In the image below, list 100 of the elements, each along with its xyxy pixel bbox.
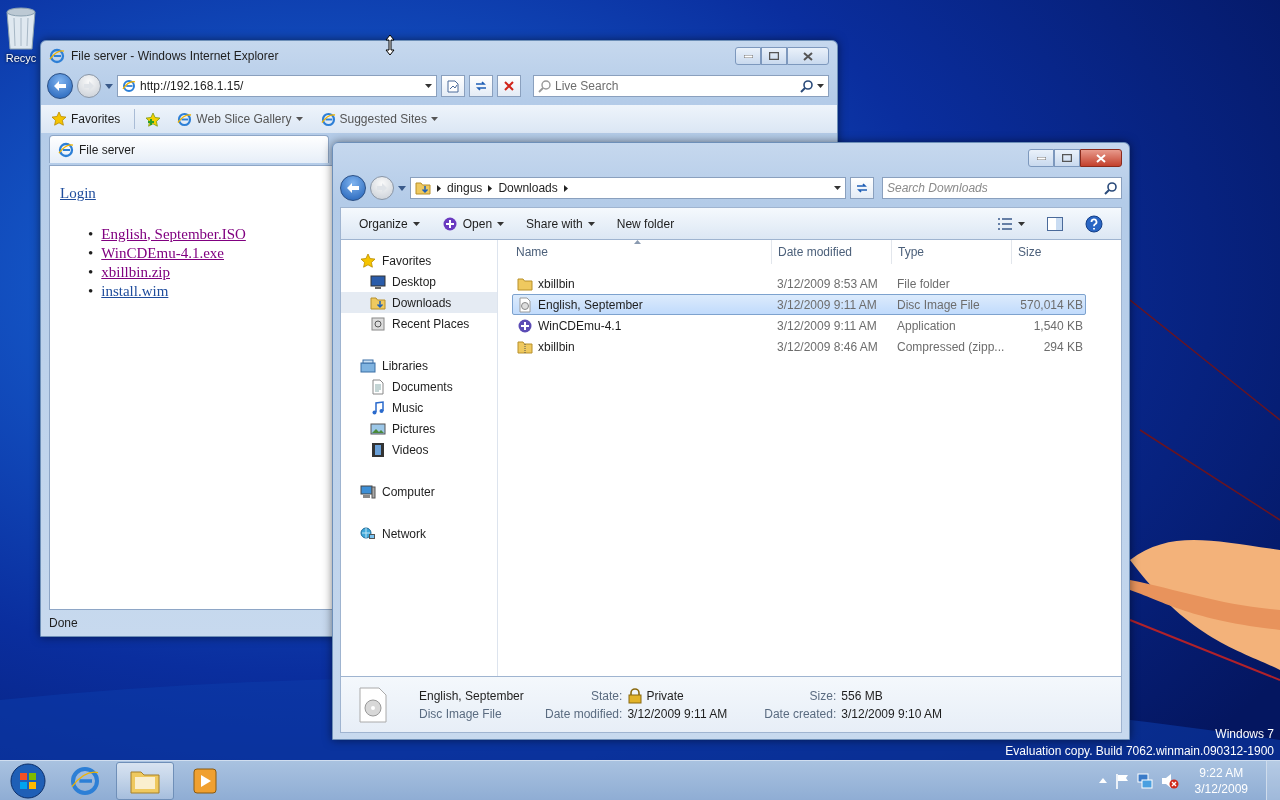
watermark-text: Evaluation copy. Build 7062.winmain.090312-1900 (1005, 743, 1274, 760)
nav-item[interactable]: Recent Places (341, 313, 497, 334)
file-row[interactable]: WinCDEmu-4.1 3/12/2009 9:11 AM Application 1,540 KB (512, 315, 1086, 336)
window-title: File server - Windows Internet Explorer (71, 48, 279, 65)
refresh-icon (855, 182, 869, 194)
refresh-button[interactable] (850, 177, 874, 199)
column-header[interactable]: Size (1011, 240, 1087, 264)
file-type: Disc Image File (419, 705, 503, 723)
nav-item[interactable]: Downloads (341, 292, 497, 313)
breadcrumb-bar[interactable]: dingus Downloads (410, 177, 846, 199)
watermark-text: Windows 7 (1215, 726, 1274, 743)
file-row[interactable]: English, September 3/12/2009 9:11 AM Disc Image File 570,014 KB (512, 294, 1086, 315)
nav-item[interactable]: Music (341, 397, 497, 418)
breadcrumb-item[interactable]: Downloads (498, 179, 558, 197)
zip-folder-icon (517, 338, 533, 355)
back-button[interactable] (340, 175, 366, 201)
toolbar-button[interactable]: Organize (351, 212, 428, 235)
desktop-icon-label[interactable]: Recyc (5, 50, 37, 67)
flag-icon (1114, 772, 1129, 789)
disc-image-file-icon (359, 686, 387, 723)
search-field[interactable]: Live Search (533, 75, 829, 97)
search-field[interactable]: Search Downloads (882, 177, 1122, 199)
taskbar-button[interactable] (116, 761, 174, 800)
ie-logo-icon (177, 111, 193, 127)
file-name: xbillbin (538, 338, 575, 356)
toolbar-button[interactable]: New folder (608, 212, 683, 235)
stop-icon (504, 81, 514, 91)
property-value: 3/12/2009 9:11 AM (627, 705, 728, 723)
ie-logo-icon (71, 766, 99, 795)
file-row[interactable]: xbillbin 3/12/2009 8:53 AM File folder (512, 273, 1086, 294)
app-icon (517, 317, 533, 334)
type-cell-text: Disc Image File (896, 296, 981, 314)
film-icon (370, 441, 386, 458)
restore-icon (1062, 154, 1072, 162)
recycle-bin-icon (4, 6, 38, 50)
nav-item[interactable]: Favorites (341, 250, 497, 271)
property-label: Date modified: (545, 705, 623, 723)
refresh-icon (474, 80, 488, 92)
ie-logo-icon (49, 48, 65, 64)
start-button[interactable] (8, 760, 48, 800)
close-icon (1096, 153, 1106, 163)
compatibility-button[interactable] (441, 75, 465, 97)
file-name: English, September (538, 296, 643, 314)
toolbar-button[interactable]: Open (433, 212, 513, 235)
size-cell-text: 570,014 KB (1019, 296, 1083, 314)
favorites-button[interactable]: Favorites (47, 108, 125, 130)
resize-cursor-icon (384, 34, 396, 56)
nav-item[interactable]: Videos (341, 439, 497, 460)
property-label: Size: (808, 687, 837, 705)
search-input[interactable]: Search Downloads (887, 179, 1100, 197)
size-cell-text: 294 KB (1042, 338, 1083, 356)
show-hidden-icons-icon (1098, 778, 1107, 783)
breadcrumb-item[interactable]: dingus (447, 179, 483, 197)
search-icon (800, 79, 813, 93)
nav-item[interactable]: Network (341, 523, 497, 544)
date-cell-text: 3/12/2009 9:11 AM (776, 317, 878, 335)
close-button[interactable] (787, 47, 829, 65)
column-header[interactable]: Type (891, 240, 1011, 264)
toolbar-button[interactable]: Share with (518, 212, 603, 235)
type-cell-text: File folder (896, 275, 951, 293)
nav-item[interactable]: Documents (341, 376, 497, 397)
login-link[interactable]: Login (60, 185, 96, 201)
network-icon (360, 525, 376, 542)
bullet: • (88, 224, 94, 244)
caret-icon (105, 84, 113, 90)
downloads-folder-icon (370, 294, 386, 311)
refresh-button[interactable] (469, 75, 493, 97)
caret-icon (834, 186, 841, 190)
address-bar[interactable]: http://192.168.1.15/ (117, 75, 437, 97)
maximize-button[interactable] (1054, 149, 1080, 167)
column-header[interactable]: Name (510, 240, 771, 264)
nav-item[interactable]: Computer (341, 481, 497, 502)
file-link[interactable]: install.wim (101, 281, 169, 301)
nav-item[interactable]: Libraries (341, 355, 497, 376)
computer-icon (360, 483, 376, 500)
help-icon (1085, 214, 1103, 233)
close-button[interactable] (1080, 149, 1122, 167)
star-icon (51, 111, 67, 127)
maximize-button[interactable] (761, 47, 787, 65)
toolbar-link[interactable]: Web Slice Gallery (173, 108, 307, 130)
stop-button[interactable] (497, 75, 521, 97)
file-link[interactable]: WinCDEmu-4.1.exe (101, 243, 224, 263)
address-field[interactable]: http://192.168.1.15/ (140, 77, 421, 95)
nav-item[interactable]: Pictures (341, 418, 497, 439)
property-label: Date created: (764, 705, 837, 723)
file-row[interactable]: xbillbin 3/12/2009 8:46 AM Compressed (zipp... 294 KB (512, 336, 1086, 357)
search-input[interactable]: Live Search (555, 77, 796, 95)
file-link[interactable]: xbillbin.zip (101, 262, 170, 282)
file-link[interactable]: English, September.ISO (101, 224, 246, 244)
back-button[interactable] (47, 73, 73, 99)
preview-pane-icon (1047, 216, 1063, 231)
property-label: State: (590, 687, 623, 705)
toolbar-link[interactable]: Suggested Sites (316, 108, 442, 130)
ie-logo-icon (320, 111, 336, 127)
browser-tab[interactable]: File server (49, 135, 329, 163)
nav-item[interactable]: Desktop (341, 271, 497, 292)
column-header[interactable]: Date modified (771, 240, 891, 264)
forward-arrow-icon (376, 183, 388, 193)
caret-icon (425, 84, 432, 88)
type-cell-text: Application (896, 317, 957, 335)
